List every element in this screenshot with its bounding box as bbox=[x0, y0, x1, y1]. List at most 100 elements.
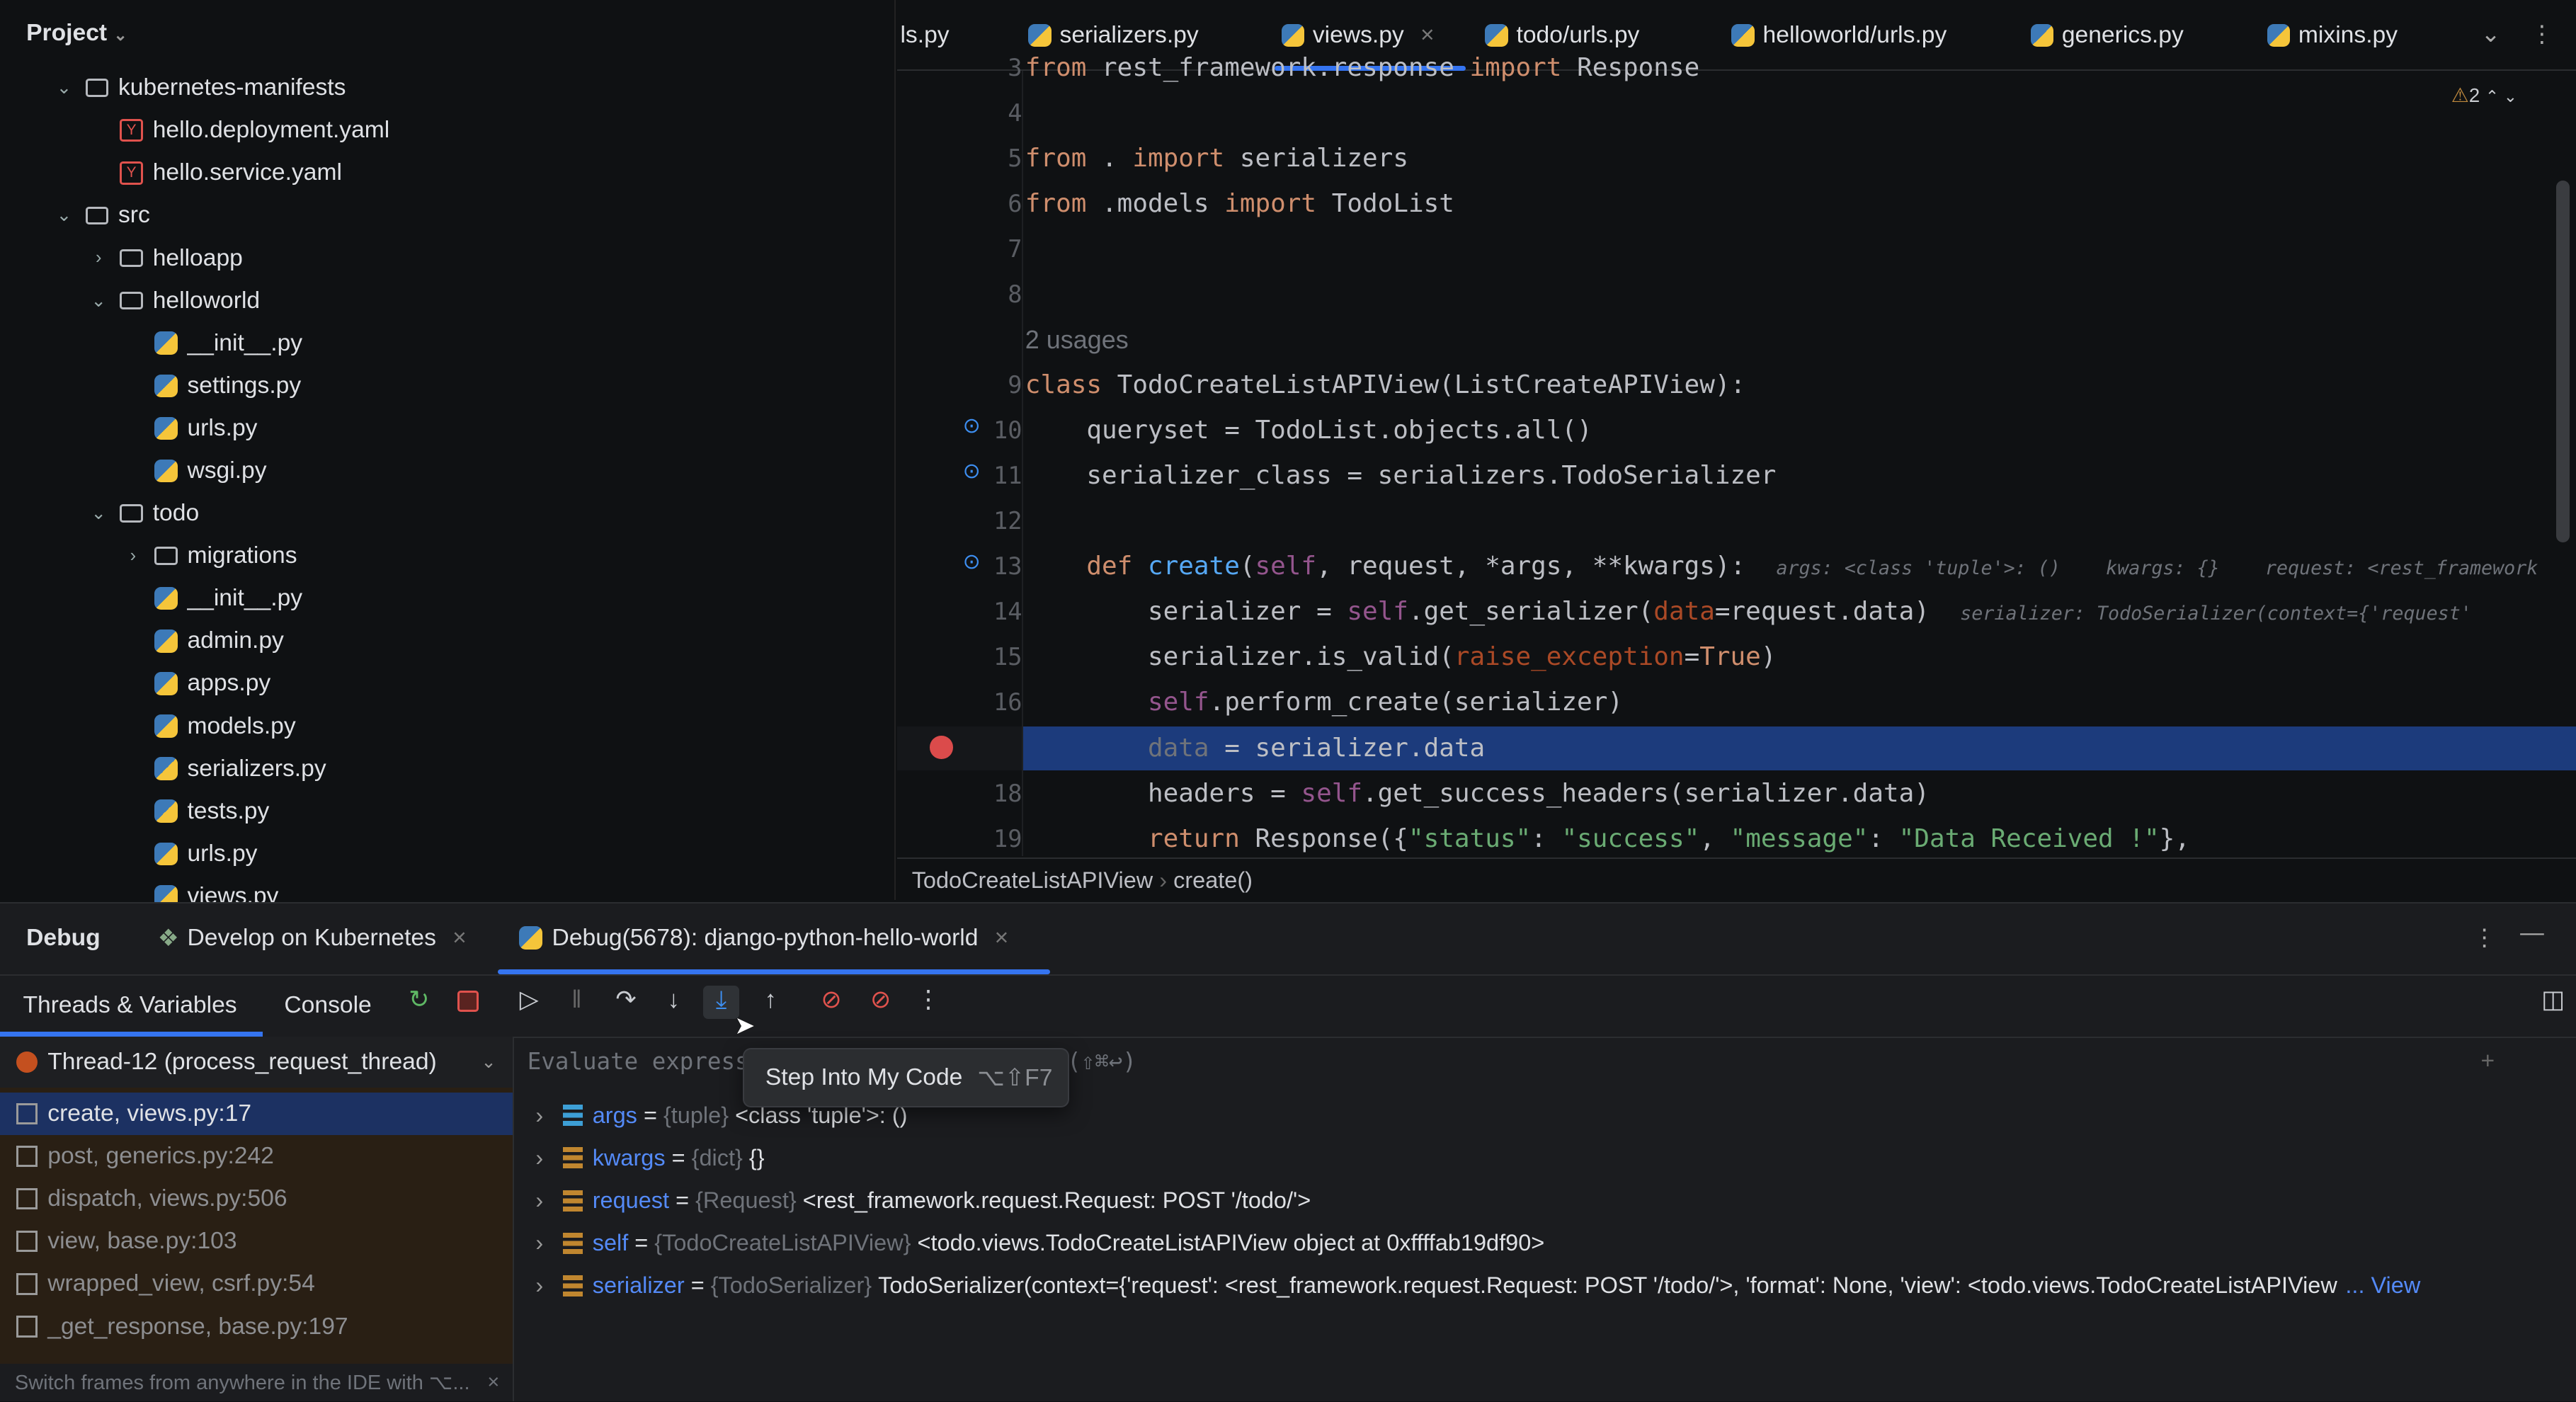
tree-item[interactable]: ⌄ helloworld bbox=[87, 280, 261, 321]
step-into-icon[interactable]: ↓ bbox=[659, 986, 688, 1018]
chevron-right-icon[interactable]: › bbox=[535, 1102, 543, 1129]
warnings-indicator[interactable]: ⚠2 ⌃ ⌄ bbox=[2451, 84, 2517, 107]
tree-item[interactable]: › migrations bbox=[122, 535, 297, 576]
chevron-right-icon[interactable]: › bbox=[535, 1187, 543, 1214]
tab-label: mixins.py bbox=[2298, 21, 2398, 48]
stack-frame[interactable]: create, views.py:17 bbox=[0, 1092, 513, 1136]
close-icon[interactable]: × bbox=[1420, 22, 1435, 49]
breakpoint-icon[interactable] bbox=[930, 736, 953, 759]
frame-label: wrapped_view, csrf.py:54 bbox=[47, 1270, 315, 1297]
editor-scrollbar[interactable] bbox=[2556, 181, 2570, 542]
more-icon[interactable]: ⋮ bbox=[913, 986, 943, 1018]
tab-develop-on-kubernetes[interactable]: ❖ Develop on Kubernetes × bbox=[158, 904, 467, 972]
line-number: 16 bbox=[993, 688, 1022, 717]
tree-item[interactable]: urls.py bbox=[122, 833, 258, 874]
view-more-link[interactable]: ... View bbox=[2345, 1272, 2420, 1299]
tree-item[interactable]: wsgi.py bbox=[122, 450, 267, 491]
project-title[interactable]: Project ⌄ bbox=[26, 20, 127, 47]
tree-item[interactable]: models.py bbox=[122, 706, 296, 747]
python-file-icon bbox=[154, 459, 178, 483]
more-icon[interactable]: ⋮ bbox=[2473, 923, 2497, 952]
tree-item[interactable]: apps.py bbox=[122, 663, 270, 704]
variable-row[interactable]: › self = {TodoCreateListAPIView} <todo.vi… bbox=[535, 1222, 1544, 1265]
tree-item[interactable]: ⌄ todo bbox=[87, 493, 200, 534]
more-icon[interactable]: ⋮ bbox=[2530, 20, 2554, 48]
close-icon[interactable]: × bbox=[487, 1371, 499, 1394]
variable-row[interactable]: › kwargs = {dict} {} bbox=[535, 1136, 764, 1179]
equals: = bbox=[684, 1272, 711, 1299]
tree-item[interactable]: settings.py bbox=[122, 365, 301, 406]
code-token: TodoList bbox=[1331, 189, 1454, 219]
subtab-underline bbox=[0, 1031, 263, 1037]
navigate-arrows-icon[interactable]: ⌃ ⌄ bbox=[2485, 87, 2517, 106]
field-icon bbox=[563, 1275, 583, 1296]
view-breakpoints-icon[interactable]: ⊘ bbox=[816, 986, 846, 1018]
field-icon bbox=[563, 1147, 583, 1169]
pause-icon[interactable]: ‖ bbox=[562, 986, 592, 1018]
code-line: serializer.is_valid(raise_exception=True… bbox=[1025, 635, 1777, 680]
tree-item[interactable]: Yhello.deployment.yaml bbox=[87, 110, 389, 151]
chevron-right-icon[interactable]: › bbox=[535, 1145, 543, 1171]
code-token: True bbox=[1699, 642, 1761, 672]
tab-label: helloworld/urls.py bbox=[1762, 21, 1947, 48]
tree-item[interactable]: ⌄ kubernetes-manifests bbox=[52, 67, 346, 108]
line-number: 9 bbox=[1008, 371, 1022, 399]
code-token: : bbox=[1868, 823, 1899, 853]
minimize-icon[interactable]: — bbox=[2520, 920, 2544, 947]
tree-item[interactable]: serializers.py bbox=[122, 748, 326, 790]
folder-icon bbox=[120, 249, 143, 268]
breadcrumb-class[interactable]: TodoCreateListAPIView bbox=[912, 867, 1153, 893]
tree-item-label: urls.py bbox=[187, 840, 258, 867]
stop-icon bbox=[457, 991, 479, 1013]
rerun-icon[interactable]: ↻ bbox=[404, 986, 434, 1018]
chevron-right-icon[interactable]: › bbox=[535, 1272, 543, 1299]
stack-frame[interactable]: dispatch, views.py:506 bbox=[0, 1178, 513, 1220]
stack-frame[interactable]: view, base.py:103 bbox=[0, 1220, 513, 1263]
tab-threads-variables[interactable]: Threads & Variables bbox=[23, 974, 236, 1037]
variable-row[interactable]: › serializer = {TodoSerializer} TodoSeria… bbox=[535, 1265, 2420, 1307]
ide-window: Project ⌄ ⌄ kubernetes-manifests Yhello.de… bbox=[0, 0, 2576, 1402]
resume-icon[interactable]: ▷ bbox=[514, 986, 544, 1018]
stack-frame[interactable]: post, generics.py:242 bbox=[0, 1135, 513, 1178]
line-number: 8 bbox=[1008, 280, 1022, 309]
code-token: .get_success_headers(serializer.data) bbox=[1362, 778, 1930, 808]
stop-button[interactable] bbox=[453, 986, 483, 1018]
tab-console[interactable]: Console bbox=[284, 974, 371, 1037]
editor-tab[interactable]: helloworld/urls.py bbox=[1731, 0, 1947, 71]
chevron-right-icon[interactable]: › bbox=[535, 1230, 543, 1256]
tree-item[interactable]: __init__.py bbox=[122, 578, 302, 619]
thread-selector[interactable]: Thread-12 (process_request_thread) ⌄ bbox=[0, 1037, 513, 1088]
tab-debug-session[interactable]: Debug(5678): django-python-hello-world × bbox=[519, 904, 1008, 972]
variable-name: args bbox=[592, 1102, 637, 1128]
editor-tab[interactable]: ls.py bbox=[900, 0, 949, 71]
code-token: .perform_create(serializer) bbox=[1209, 688, 1623, 717]
tree-item[interactable]: › helloapp bbox=[87, 238, 243, 279]
layout-icon[interactable]: ◫ bbox=[2538, 986, 2568, 1018]
editor-tab[interactable]: mixins.py bbox=[2267, 0, 2398, 71]
add-watch-icon[interactable]: + bbox=[2481, 1048, 2495, 1075]
editor-tab[interactable]: generics.py bbox=[2030, 0, 2184, 71]
stack-frame[interactable]: wrapped_view, csrf.py:54 bbox=[0, 1263, 513, 1305]
tooltip: Step Into My Code ⌥⇧F7 bbox=[742, 1048, 1070, 1107]
tabs-dropdown-icon[interactable]: ⌄ bbox=[2481, 20, 2501, 48]
line-number: 3 bbox=[1008, 53, 1022, 81]
breadcrumb-method[interactable]: create() bbox=[1173, 867, 1253, 893]
close-icon[interactable]: × bbox=[452, 925, 467, 952]
python-file-icon bbox=[154, 672, 178, 695]
tree-item[interactable]: urls.py bbox=[122, 408, 257, 449]
code-token: serializer = bbox=[1025, 597, 1347, 627]
code-line: data = serializer.data bbox=[1025, 726, 1485, 771]
stack-frame[interactable]: _get_response, base.py:197 bbox=[0, 1305, 513, 1347]
tree-item[interactable]: Yhello.service.yaml bbox=[87, 152, 342, 193]
variable-row[interactable]: › request = {Request} <rest_framework.req… bbox=[535, 1179, 1311, 1221]
close-icon[interactable]: × bbox=[995, 925, 1009, 952]
step-over-icon[interactable]: ↷ bbox=[611, 986, 641, 1018]
tree-item[interactable]: tests.py bbox=[122, 791, 269, 832]
chevron-down-icon: ⌄ bbox=[56, 205, 72, 226]
tree-item[interactable]: admin.py bbox=[122, 620, 284, 661]
step-out-icon[interactable]: ↑ bbox=[756, 986, 785, 1018]
mute-breakpoints-icon[interactable]: ⊘ bbox=[866, 986, 896, 1018]
tree-item[interactable]: ⌄ src bbox=[52, 195, 150, 236]
breadcrumb-separator: › bbox=[1159, 867, 1174, 893]
tree-item[interactable]: __init__.py bbox=[122, 323, 302, 364]
